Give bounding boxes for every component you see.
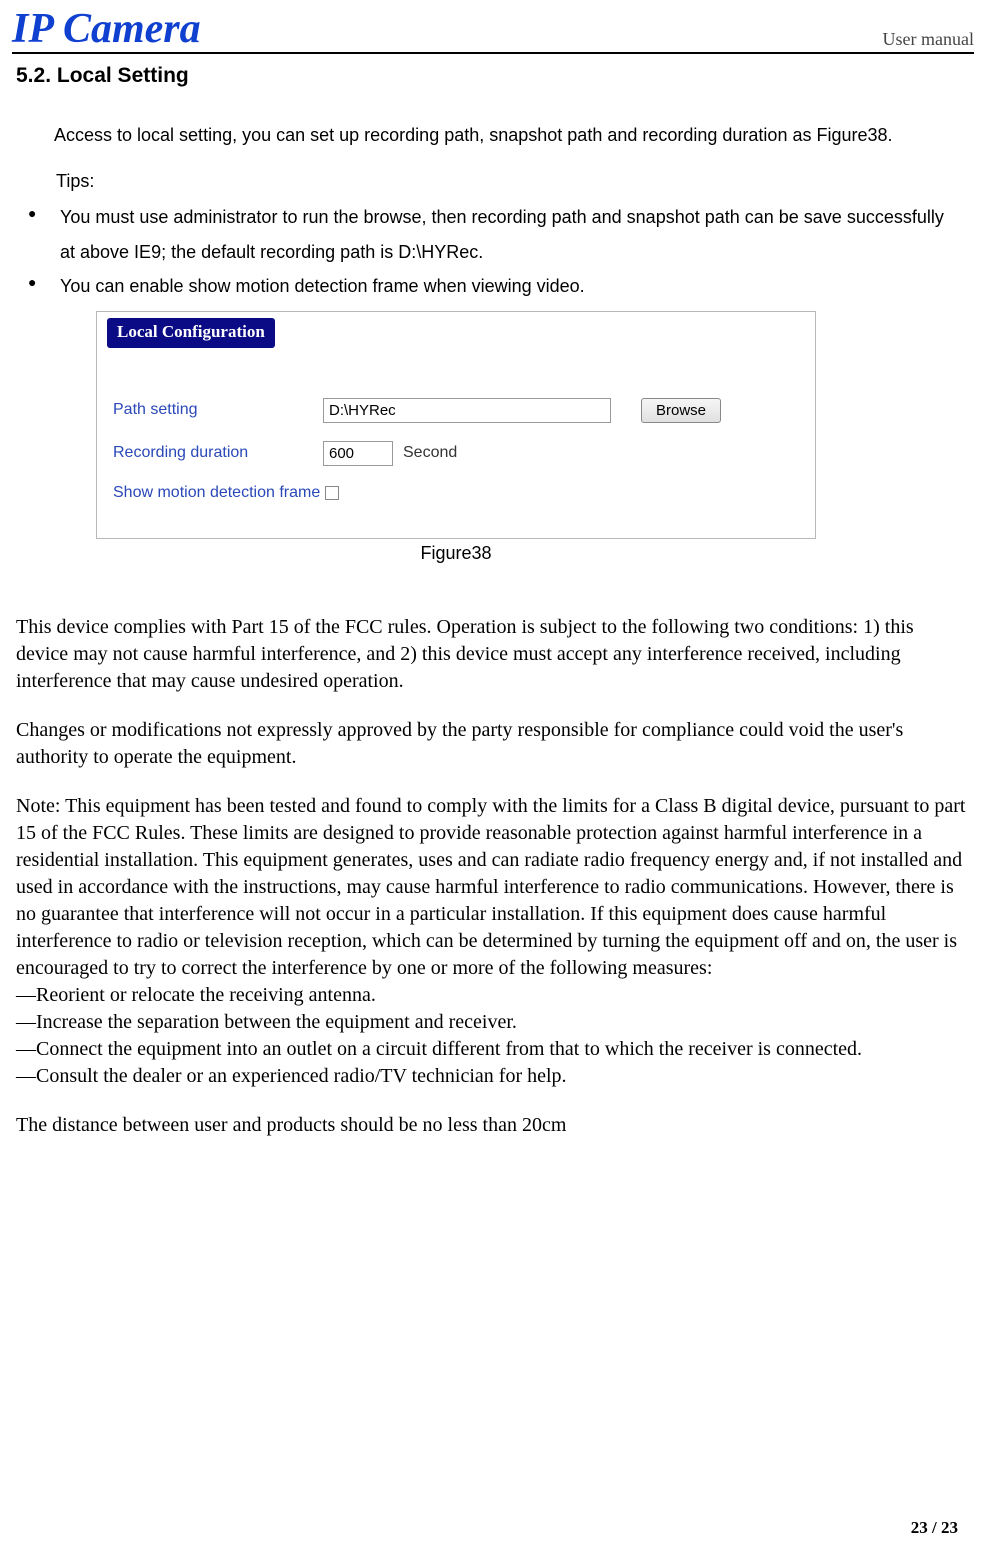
- panel-title: Local Configuration: [107, 318, 275, 348]
- tips-label: Tips:: [56, 164, 974, 198]
- fcc-para-3: Note: This equipment has been tested and…: [16, 793, 970, 982]
- header-subtitle: User manual: [883, 29, 974, 50]
- motion-detection-row: Show motion detection frame: [113, 484, 799, 502]
- motion-detection-checkbox[interactable]: [325, 486, 339, 500]
- path-input[interactable]: [323, 398, 611, 423]
- tip-item: You must use administrator to run the br…: [24, 200, 962, 268]
- second-unit-label: Second: [403, 444, 457, 462]
- intro-text: Access to local setting, you can set up …: [54, 125, 893, 145]
- figure-caption: Figure38: [96, 543, 816, 564]
- recording-duration-label: Recording duration: [113, 444, 323, 462]
- fcc-para-4: The distance between user and products s…: [16, 1112, 970, 1139]
- section-number: 5.2.: [16, 64, 51, 87]
- fcc-para-2: Changes or modifications not expressly a…: [16, 717, 970, 771]
- duration-input[interactable]: [323, 441, 393, 466]
- figure-wrapper: Local Configuration Path setting Browse …: [96, 311, 816, 564]
- fcc-body: This device complies with Part 15 of the…: [16, 614, 970, 1139]
- section-heading: 5.2. Local Setting: [16, 64, 974, 88]
- browse-button[interactable]: Browse: [641, 398, 721, 423]
- path-setting-label: Path setting: [113, 401, 323, 419]
- section-title-text: Local Setting: [57, 64, 189, 87]
- path-setting-row: Path setting Browse: [113, 398, 799, 423]
- logo: IP Camera: [12, 8, 201, 50]
- tips-list: You must use administrator to run the br…: [24, 200, 962, 303]
- tip-item: You can enable show motion detection fra…: [24, 269, 962, 303]
- intro-paragraph: Access to local setting, you can set up …: [24, 118, 962, 152]
- fcc-measure-2: —Increase the separation between the equ…: [16, 1009, 970, 1036]
- fcc-measure-1: —Reorient or relocate the receiving ante…: [16, 982, 970, 1009]
- motion-detection-label: Show motion detection frame: [113, 484, 323, 502]
- fcc-para-1: This device complies with Part 15 of the…: [16, 614, 970, 695]
- page-header: IP Camera User manual: [12, 8, 974, 54]
- fcc-measure-3: —Connect the equipment into an outlet on…: [16, 1036, 970, 1063]
- local-configuration-panel: Local Configuration Path setting Browse …: [96, 311, 816, 539]
- recording-duration-row: Recording duration Second: [113, 441, 799, 466]
- page-number: 23 / 23: [911, 1518, 958, 1538]
- fcc-measure-4: —Consult the dealer or an experienced ra…: [16, 1063, 970, 1090]
